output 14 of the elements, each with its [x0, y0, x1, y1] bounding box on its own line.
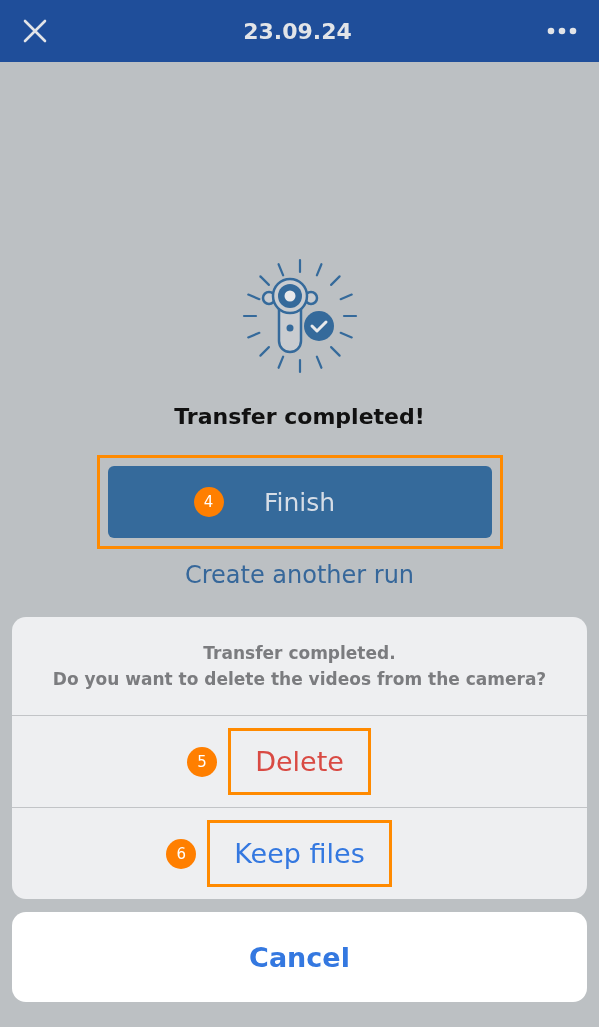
sheet-action[interactable]: Keep files	[210, 838, 389, 869]
cancel-button[interactable]: Cancel	[12, 912, 587, 1002]
step-badge: 5	[187, 746, 218, 777]
close-button[interactable]	[22, 18, 48, 44]
sheet-message: Transfer completed.	[203, 643, 396, 663]
close-icon	[22, 18, 48, 44]
create-run-link[interactable]: Create another run	[184, 561, 415, 589]
more-icon	[547, 27, 577, 35]
sheet-message: Do you want to delete the videos from the camera?	[52, 669, 547, 689]
sheet-action[interactable]: Delete	[231, 746, 368, 777]
header-title: 23.09.24	[243, 18, 352, 44]
step-badge: 6	[166, 838, 197, 869]
more-button[interactable]	[547, 27, 577, 35]
status-title: Transfer completed!	[174, 404, 425, 429]
